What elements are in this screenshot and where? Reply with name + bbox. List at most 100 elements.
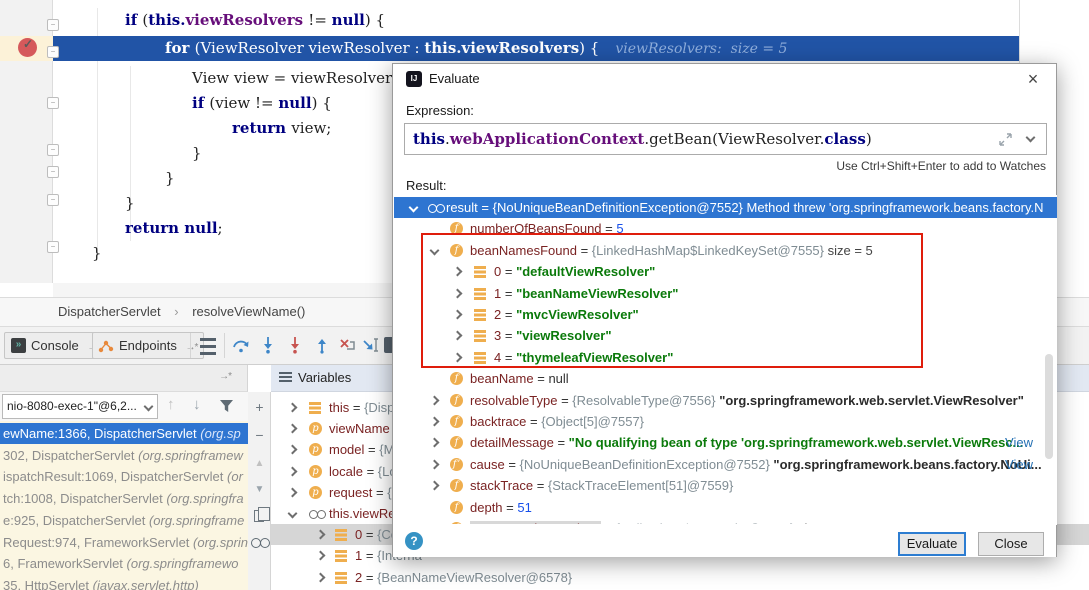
- step-out-icon[interactable]: [313, 336, 333, 356]
- expand-chevron-icon[interactable]: [453, 352, 463, 362]
- frame-row[interactable]: Request:974, FrameworkServlet (org.sprin: [0, 532, 248, 553]
- expand-chevron-icon[interactable]: [453, 310, 463, 320]
- dialog-title-bar[interactable]: IJ Evaluate ×: [393, 64, 1056, 94]
- result-tree-row[interactable]: fbacktrace = {Object[5]@7557}: [394, 411, 1057, 432]
- history-chevron-icon[interactable]: [1026, 133, 1036, 143]
- frame-row[interactable]: ewName:1366, DispatcherServlet (org.sp: [0, 423, 248, 444]
- result-tree-row[interactable]: result = {NoUniqueBeanDefinitionExceptio…: [394, 197, 1057, 218]
- result-tree-row[interactable]: fdepth = 51: [394, 497, 1057, 518]
- expand-chevron-icon[interactable]: [316, 530, 326, 540]
- breadcrumb-method[interactable]: resolveViewName(): [192, 304, 305, 319]
- result-tree-row[interactable]: fnumberOfBeansFound = 5: [394, 218, 1057, 239]
- result-tree-row[interactable]: 1 = "beanNameViewResolver": [394, 283, 1057, 304]
- duplicate-icon[interactable]: [254, 510, 264, 522]
- code-line[interactable]: }: [125, 191, 135, 216]
- expand-chevron-icon[interactable]: [288, 509, 298, 519]
- expression-input[interactable]: this.webApplicationContext.getBean(ViewR…: [404, 123, 1047, 155]
- code-line[interactable]: }: [192, 141, 202, 166]
- fold-marker-icon[interactable]: −: [47, 46, 59, 58]
- frame-row[interactable]: 6, FrameworkServlet (org.springframewo: [0, 553, 248, 574]
- expand-chevron-icon[interactable]: [288, 487, 298, 497]
- code-line[interactable]: return null;: [125, 216, 223, 241]
- expand-chevron-icon[interactable]: [430, 395, 440, 405]
- code-line[interactable]: for (ViewResolver viewResolver : this.vi…: [165, 36, 787, 61]
- code-line[interactable]: View view = viewResolver.: [192, 66, 395, 91]
- fold-marker-icon[interactable]: −: [47, 241, 59, 253]
- expand-chevron-icon[interactable]: [409, 203, 419, 213]
- close-icon[interactable]: ×: [1022, 67, 1044, 91]
- expand-chevron-icon[interactable]: [453, 267, 463, 277]
- result-tree-row[interactable]: 3 = "viewResolver": [394, 325, 1057, 346]
- expand-chevron-icon[interactable]: [453, 331, 463, 341]
- expand-chevron-icon[interactable]: [430, 417, 440, 427]
- expand-chevron-icon[interactable]: [430, 245, 440, 255]
- frame-row[interactable]: e:925, DispatcherServlet (org.springfram…: [0, 510, 248, 531]
- result-tree-row[interactable]: fbeanNamesFound = {LinkedHashMap$LinkedK…: [394, 240, 1057, 261]
- expand-editor-icon[interactable]: [999, 133, 1012, 146]
- expand-chevron-icon[interactable]: [430, 459, 440, 469]
- filter-icon[interactable]: [219, 399, 234, 413]
- expand-chevron-icon[interactable]: [453, 288, 463, 298]
- drop-frame-icon[interactable]: [338, 336, 358, 356]
- variable-row[interactable]: 2 = {BeanNameViewResolver@6578}: [271, 567, 1089, 588]
- layout-menu-icon[interactable]: [200, 338, 216, 355]
- tab-console[interactable]: » Console →*: [4, 332, 106, 359]
- step-over-icon[interactable]: [232, 336, 252, 356]
- code-line[interactable]: }: [92, 241, 102, 266]
- expand-chevron-icon[interactable]: [288, 424, 298, 434]
- fold-marker-icon[interactable]: −: [47, 19, 59, 31]
- expand-chevron-icon[interactable]: [430, 481, 440, 491]
- frame-up-icon[interactable]: ↑: [167, 396, 175, 413]
- breadcrumb-class[interactable]: DispatcherServlet: [58, 304, 161, 319]
- result-tree-row[interactable]: fresolvableType = {ResolvableType@7556} …: [394, 390, 1057, 411]
- result-tree-row[interactable]: 0 = "defaultViewResolver": [394, 261, 1057, 282]
- equals-sign: =: [526, 414, 541, 429]
- step-into-icon[interactable]: [259, 336, 279, 356]
- breakpoint-icon[interactable]: [18, 38, 37, 57]
- dialog-footer: ? Evaluate Close: [393, 524, 1056, 557]
- add-watch-icon[interactable]: +: [252, 400, 267, 415]
- code-line[interactable]: if (this.viewResolvers != null) {: [125, 8, 385, 33]
- move-down-icon[interactable]: ▼: [252, 482, 267, 497]
- close-button[interactable]: Close: [978, 532, 1044, 556]
- result-scrollbar-thumb[interactable]: [1045, 354, 1053, 459]
- expand-chevron-icon[interactable]: [288, 466, 298, 476]
- move-up-icon[interactable]: ▲: [252, 456, 267, 471]
- result-tree-row[interactable]: f’cause = {NoUniqueBeanDefinitionExcepti…: [394, 454, 1057, 475]
- expand-chevron-icon[interactable]: [316, 572, 326, 582]
- view-link[interactable]: View: [1005, 454, 1033, 475]
- fold-marker-icon[interactable]: −: [47, 194, 59, 206]
- run-to-cursor-icon[interactable]: [362, 336, 382, 356]
- fold-marker-icon[interactable]: −: [47, 166, 59, 178]
- watch-glasses-icon[interactable]: [251, 538, 269, 547]
- result-tree-row[interactable]: 2 = "mvcViewResolver": [394, 304, 1057, 325]
- fold-marker-icon[interactable]: −: [47, 97, 59, 109]
- view-link[interactable]: View: [1005, 432, 1033, 453]
- result-tree-row[interactable]: fstackTrace = {StackTraceElement[51]@755…: [394, 475, 1057, 496]
- frame-row[interactable]: ispatchResult:1069, DispatcherServlet (o…: [0, 466, 248, 487]
- result-tree-row[interactable]: fbeanName = null: [394, 368, 1057, 389]
- equals-sign: =: [362, 527, 377, 542]
- frame-location: ispatchResult:1069, DispatcherServlet: [3, 469, 227, 484]
- result-tree-row[interactable]: 4 = "thymeleafViewResolver": [394, 347, 1057, 368]
- evaluate-button[interactable]: Evaluate: [898, 532, 966, 556]
- force-step-into-icon[interactable]: [286, 336, 306, 356]
- expand-chevron-icon[interactable]: [430, 438, 440, 448]
- frame-row[interactable]: 302, DispatcherServlet (org.springframew: [0, 445, 248, 466]
- tab-endpoints[interactable]: Endpoints →*: [92, 332, 204, 359]
- expand-chevron-icon[interactable]: [316, 551, 326, 561]
- frame-row[interactable]: 35, HttpServlet (javax.servlet.http): [0, 575, 248, 590]
- fold-marker-icon[interactable]: −: [47, 144, 59, 156]
- result-tree-row[interactable]: fdetailMessage = "No qualifying bean of …: [394, 432, 1057, 453]
- thread-selector[interactable]: nio-8080-exec-1"@6,2...: [2, 394, 158, 419]
- help-icon[interactable]: ?: [405, 532, 423, 550]
- frame-row[interactable]: tch:1008, DispatcherServlet (org.springf…: [0, 488, 248, 509]
- remove-watch-icon[interactable]: −: [252, 428, 267, 443]
- expand-chevron-icon[interactable]: [288, 403, 298, 413]
- expand-chevron-icon[interactable]: [288, 445, 298, 455]
- code-line[interactable]: }: [165, 166, 175, 191]
- variables-menu-icon[interactable]: [279, 372, 292, 382]
- frame-down-icon[interactable]: ↓: [193, 396, 201, 413]
- code-line[interactable]: return view;: [232, 116, 331, 141]
- code-line[interactable]: if (view != null) {: [192, 91, 332, 116]
